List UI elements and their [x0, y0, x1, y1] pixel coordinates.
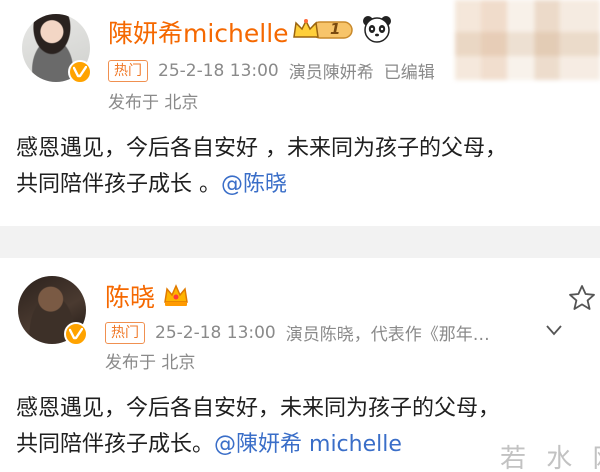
avatar-wrap[interactable]	[18, 276, 88, 346]
level-number: 1	[330, 20, 341, 38]
chevron-down-icon[interactable]	[545, 322, 563, 341]
post-content-line-1: 感恩遇见，今后各自安好 ，未来同为孩子的父母，	[16, 136, 507, 161]
post-content-line-1: 感恩遇见，今后各自安好，未来同为孩子的父母，	[16, 396, 501, 421]
source: 演员陳妍希	[288, 63, 374, 83]
hot-tag: 热门	[108, 59, 148, 82]
post-content-line-2: 共同陪伴孩子成长。@陳妍希 michelle	[16, 428, 402, 462]
post-card-1: 陳妍希michelle 1 热门 25-2-18 13:00 演员陳妍希 已编辑…	[0, 0, 600, 226]
site-watermark: 若 水 网	[500, 444, 600, 472]
post-content-line-2: 共同陪伴孩子成长 。@陈晓	[16, 168, 287, 202]
timestamp[interactable]: 25-2-18 13:00	[158, 61, 279, 81]
crown-level-badge-icon[interactable]: 1	[292, 17, 356, 43]
mention-link[interactable]: @陈晓	[221, 172, 287, 197]
mention-link[interactable]: @陳妍希 michelle	[214, 432, 402, 457]
location: 发布于 北京	[105, 353, 196, 373]
post-meta: 热门 25-2-18 13:00 演员陈晓，代表作《那年…	[105, 320, 490, 345]
crown-icon	[162, 282, 190, 312]
blurred-image-region	[455, 0, 600, 80]
post-separator	[0, 226, 600, 258]
location: 发布于 北京	[108, 93, 199, 113]
post-meta: 热门 25-2-18 13:00 演员陳妍希 已编辑	[108, 58, 435, 83]
username[interactable]: 陳妍希michelle	[108, 14, 289, 50]
panda-icon	[362, 14, 392, 48]
verified-v-icon	[68, 60, 92, 84]
username[interactable]: 陈晓	[105, 278, 155, 314]
avatar-wrap[interactable]	[22, 14, 92, 84]
source: 演员陈晓，代表作《那年…	[285, 325, 490, 345]
weibo-screenshot: 陳妍希michelle 1 热门 25-2-18 13:00 演员陳妍希 已编辑…	[0, 0, 600, 472]
timestamp[interactable]: 25-2-18 13:00	[155, 323, 276, 343]
hot-tag: 热门	[105, 321, 145, 344]
content-text: 共同陪伴孩子成长 。	[16, 172, 221, 197]
star-icon[interactable]	[568, 284, 596, 316]
edited-label[interactable]: 已编辑	[384, 58, 435, 83]
verified-v-icon	[64, 322, 88, 346]
content-text: 共同陪伴孩子成长。	[16, 432, 215, 457]
